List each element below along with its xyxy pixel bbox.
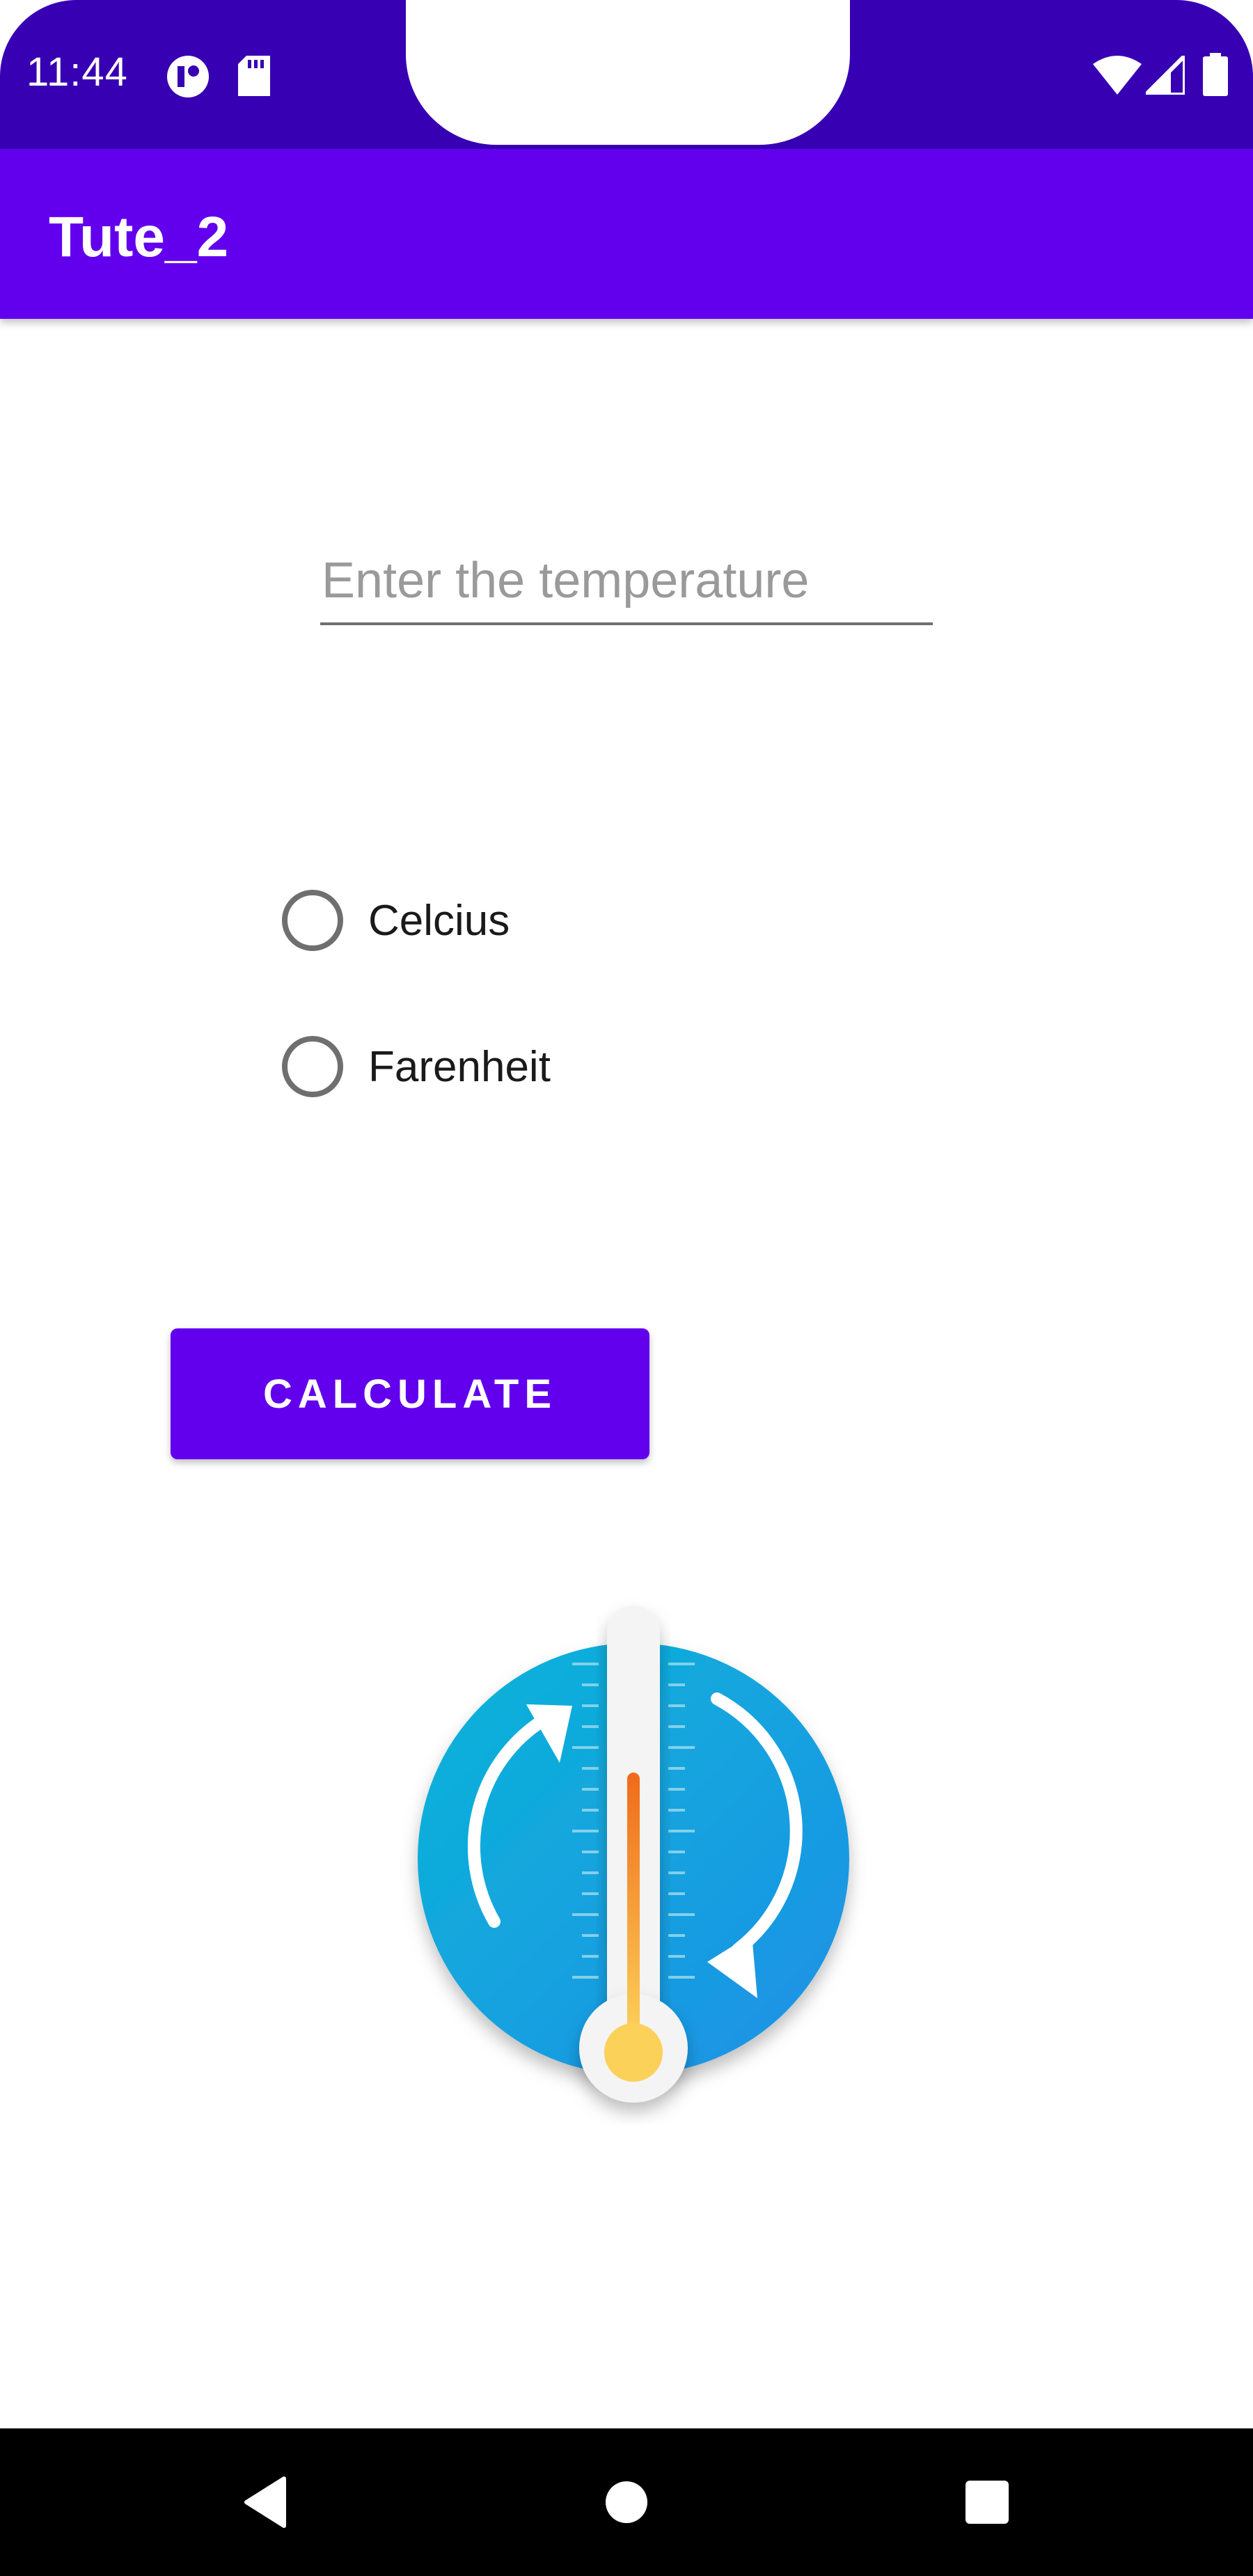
sd-card-icon (238, 56, 270, 96)
back-icon[interactable] (216, 2428, 313, 2576)
radio-circle-celcius[interactable] (282, 890, 343, 951)
circle-app-icon (166, 54, 210, 99)
radio-farenheit[interactable]: Farenheit (282, 1032, 630, 1101)
radio-circle-farenheit[interactable] (282, 1036, 343, 1097)
display-notch (406, 0, 850, 145)
recents-icon[interactable] (938, 2428, 1036, 2576)
signal-icon (1146, 56, 1185, 95)
radio-label-farenheit: Farenheit (368, 1042, 551, 1091)
app-title: Tute_2 (49, 205, 229, 269)
navigation-bar (0, 2428, 1253, 2576)
app-bar: Tute_2 (0, 149, 1253, 319)
temperature-input[interactable] (320, 549, 933, 625)
app-screen: 11:44 Tute_2 Enter the temperature Celci… (0, 0, 1253, 2576)
radio-celcius[interactable]: Celcius (282, 886, 630, 955)
status-bar: 11:44 (0, 0, 1253, 149)
battery-icon (1203, 53, 1228, 96)
status-time: 11:44 (26, 49, 128, 95)
radio-label-celcius: Celcius (368, 896, 510, 945)
thermometer-conversion-icon (390, 1580, 877, 2137)
calculate-button[interactable]: CALCULATE (171, 1328, 649, 1459)
home-icon[interactable] (578, 2428, 675, 2576)
wifi-icon (1093, 56, 1142, 95)
